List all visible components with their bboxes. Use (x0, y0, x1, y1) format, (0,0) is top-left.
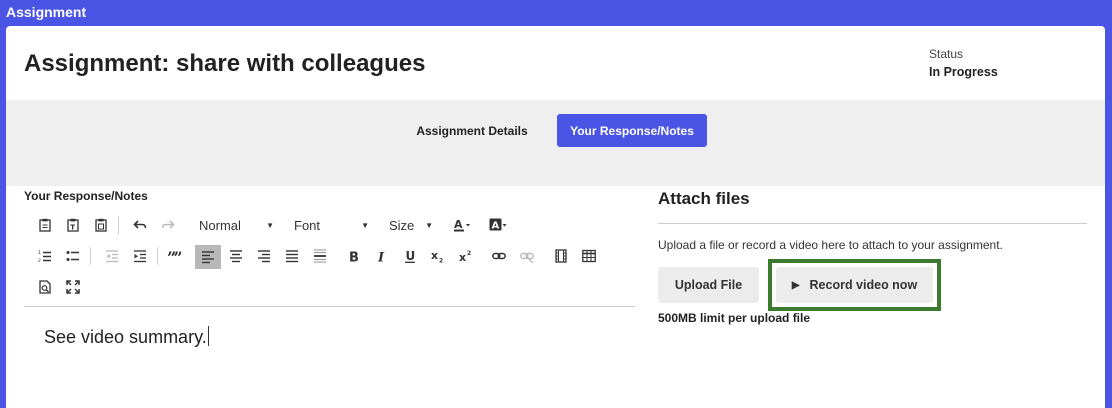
numbered-list-icon[interactable]: 12 (34, 245, 56, 267)
svg-text:1: 1 (38, 250, 41, 256)
superscript-icon[interactable]: x2 (455, 245, 477, 267)
align-center-icon[interactable] (225, 245, 247, 267)
tab-bar: Assignment Details Your Response/Notes (6, 100, 1105, 186)
page-title: Assignment: share with colleagues (24, 50, 426, 77)
outdent-icon[interactable] (101, 245, 123, 267)
editor-label: Your Response/Notes (24, 189, 148, 203)
editor-content-area[interactable]: See video summary. (24, 308, 635, 408)
chevron-down-icon: ▼ (361, 220, 369, 230)
svg-text:2: 2 (38, 258, 41, 263)
assignment-card: Assignment: share with colleagues Status… (6, 26, 1105, 408)
upload-limit-note: 500MB limit per upload file (658, 311, 811, 325)
editor-toolbar: T Normal ▼ Font ▼ Size ▼ A A 1 2 ” B I U… (24, 211, 635, 307)
background-color-icon[interactable]: A (484, 214, 512, 236)
svg-text:U: U (406, 249, 416, 263)
italic-icon[interactable]: I (371, 245, 393, 267)
unlink-icon[interactable] (516, 245, 538, 267)
horizontal-rule-icon[interactable] (309, 245, 331, 267)
toolbar-divider (90, 247, 91, 265)
record-button-highlight: ▶ Record video now (768, 259, 941, 311)
fullscreen-icon[interactable] (62, 276, 84, 298)
paste-icon[interactable] (34, 214, 56, 236)
svg-text:x: x (459, 251, 466, 263)
tab-assignment-details[interactable]: Assignment Details (400, 114, 544, 147)
bulleted-list-icon[interactable] (62, 245, 84, 267)
justify-icon[interactable] (281, 245, 303, 267)
align-left-icon[interactable] (195, 245, 221, 269)
video-embed-icon[interactable] (550, 245, 572, 267)
status-value: In Progress (929, 65, 998, 79)
font-select-value: Font (294, 217, 321, 233)
upload-file-button[interactable]: Upload File (658, 267, 759, 303)
svg-text:A: A (492, 221, 500, 232)
preview-icon[interactable] (34, 276, 56, 298)
svg-text:”: ” (174, 249, 182, 263)
svg-text:T: T (70, 224, 75, 232)
svg-text:A: A (454, 218, 463, 231)
record-video-button[interactable]: ▶ Record video now (776, 267, 933, 303)
indent-icon[interactable] (129, 245, 151, 267)
attach-files-heading: Attach files (658, 189, 750, 208)
assignment-header: Assignment: share with colleagues Status… (6, 26, 1105, 100)
toolbar-divider (118, 216, 119, 234)
paste-word-icon[interactable] (90, 214, 112, 236)
status-label: Status (929, 47, 964, 61)
toolbar-divider (157, 247, 158, 265)
text-cursor (207, 326, 209, 346)
chevron-down-icon: ▼ (266, 220, 274, 230)
svg-text:B: B (349, 251, 359, 264)
svg-text:x: x (431, 249, 438, 262)
link-icon[interactable] (488, 245, 510, 267)
app-title: Assignment (6, 4, 87, 20)
subscript-icon[interactable]: x2 (427, 245, 449, 267)
size-select-value: Size (389, 217, 415, 233)
svg-text:2: 2 (439, 258, 443, 264)
divider (658, 223, 1087, 224)
format-select[interactable]: Normal ▼ (199, 214, 274, 236)
bold-icon[interactable]: B (343, 245, 365, 267)
play-icon: ▶ (791, 279, 800, 291)
format-select-value: Normal (199, 217, 241, 233)
align-right-icon[interactable] (253, 245, 275, 267)
tab-your-response[interactable]: Your Response/Notes (557, 114, 707, 147)
size-select[interactable]: Size ▼ (389, 214, 433, 236)
font-select[interactable]: Font ▼ (294, 214, 369, 236)
chevron-down-icon: ▼ (425, 220, 433, 230)
editor-text: See video summary. (44, 326, 209, 348)
svg-text:I: I (377, 251, 385, 264)
record-video-label: Record video now (809, 278, 918, 292)
editor-text-content: See video summary. (44, 327, 207, 347)
attach-description: Upload a file or record a video here to … (658, 238, 1003, 252)
svg-text:2: 2 (467, 250, 471, 257)
paste-text-icon[interactable]: T (62, 214, 84, 236)
blockquote-icon[interactable]: ”” (163, 245, 185, 267)
redo-icon[interactable] (157, 214, 179, 236)
table-icon[interactable] (578, 245, 600, 267)
underline-icon[interactable]: U (399, 245, 421, 267)
text-color-icon[interactable]: A (448, 214, 476, 236)
undo-icon[interactable] (129, 214, 151, 236)
